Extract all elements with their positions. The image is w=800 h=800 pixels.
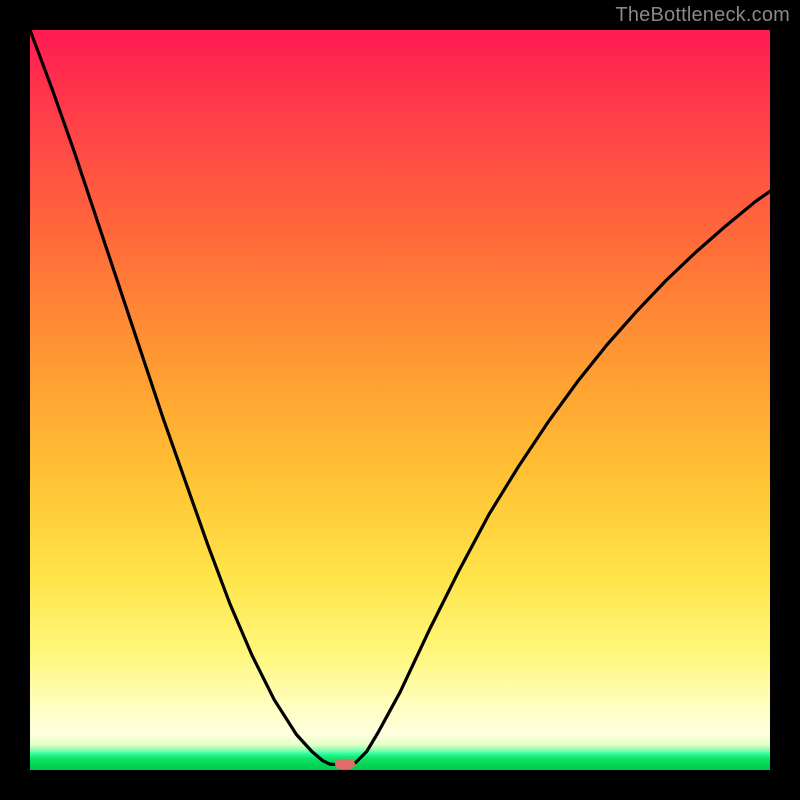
- minimum-marker: [335, 759, 355, 769]
- bottleneck-curve: [30, 30, 770, 770]
- plot-area: [30, 30, 770, 770]
- chart-frame: TheBottleneck.com: [0, 0, 800, 800]
- watermark-text: TheBottleneck.com: [615, 4, 790, 27]
